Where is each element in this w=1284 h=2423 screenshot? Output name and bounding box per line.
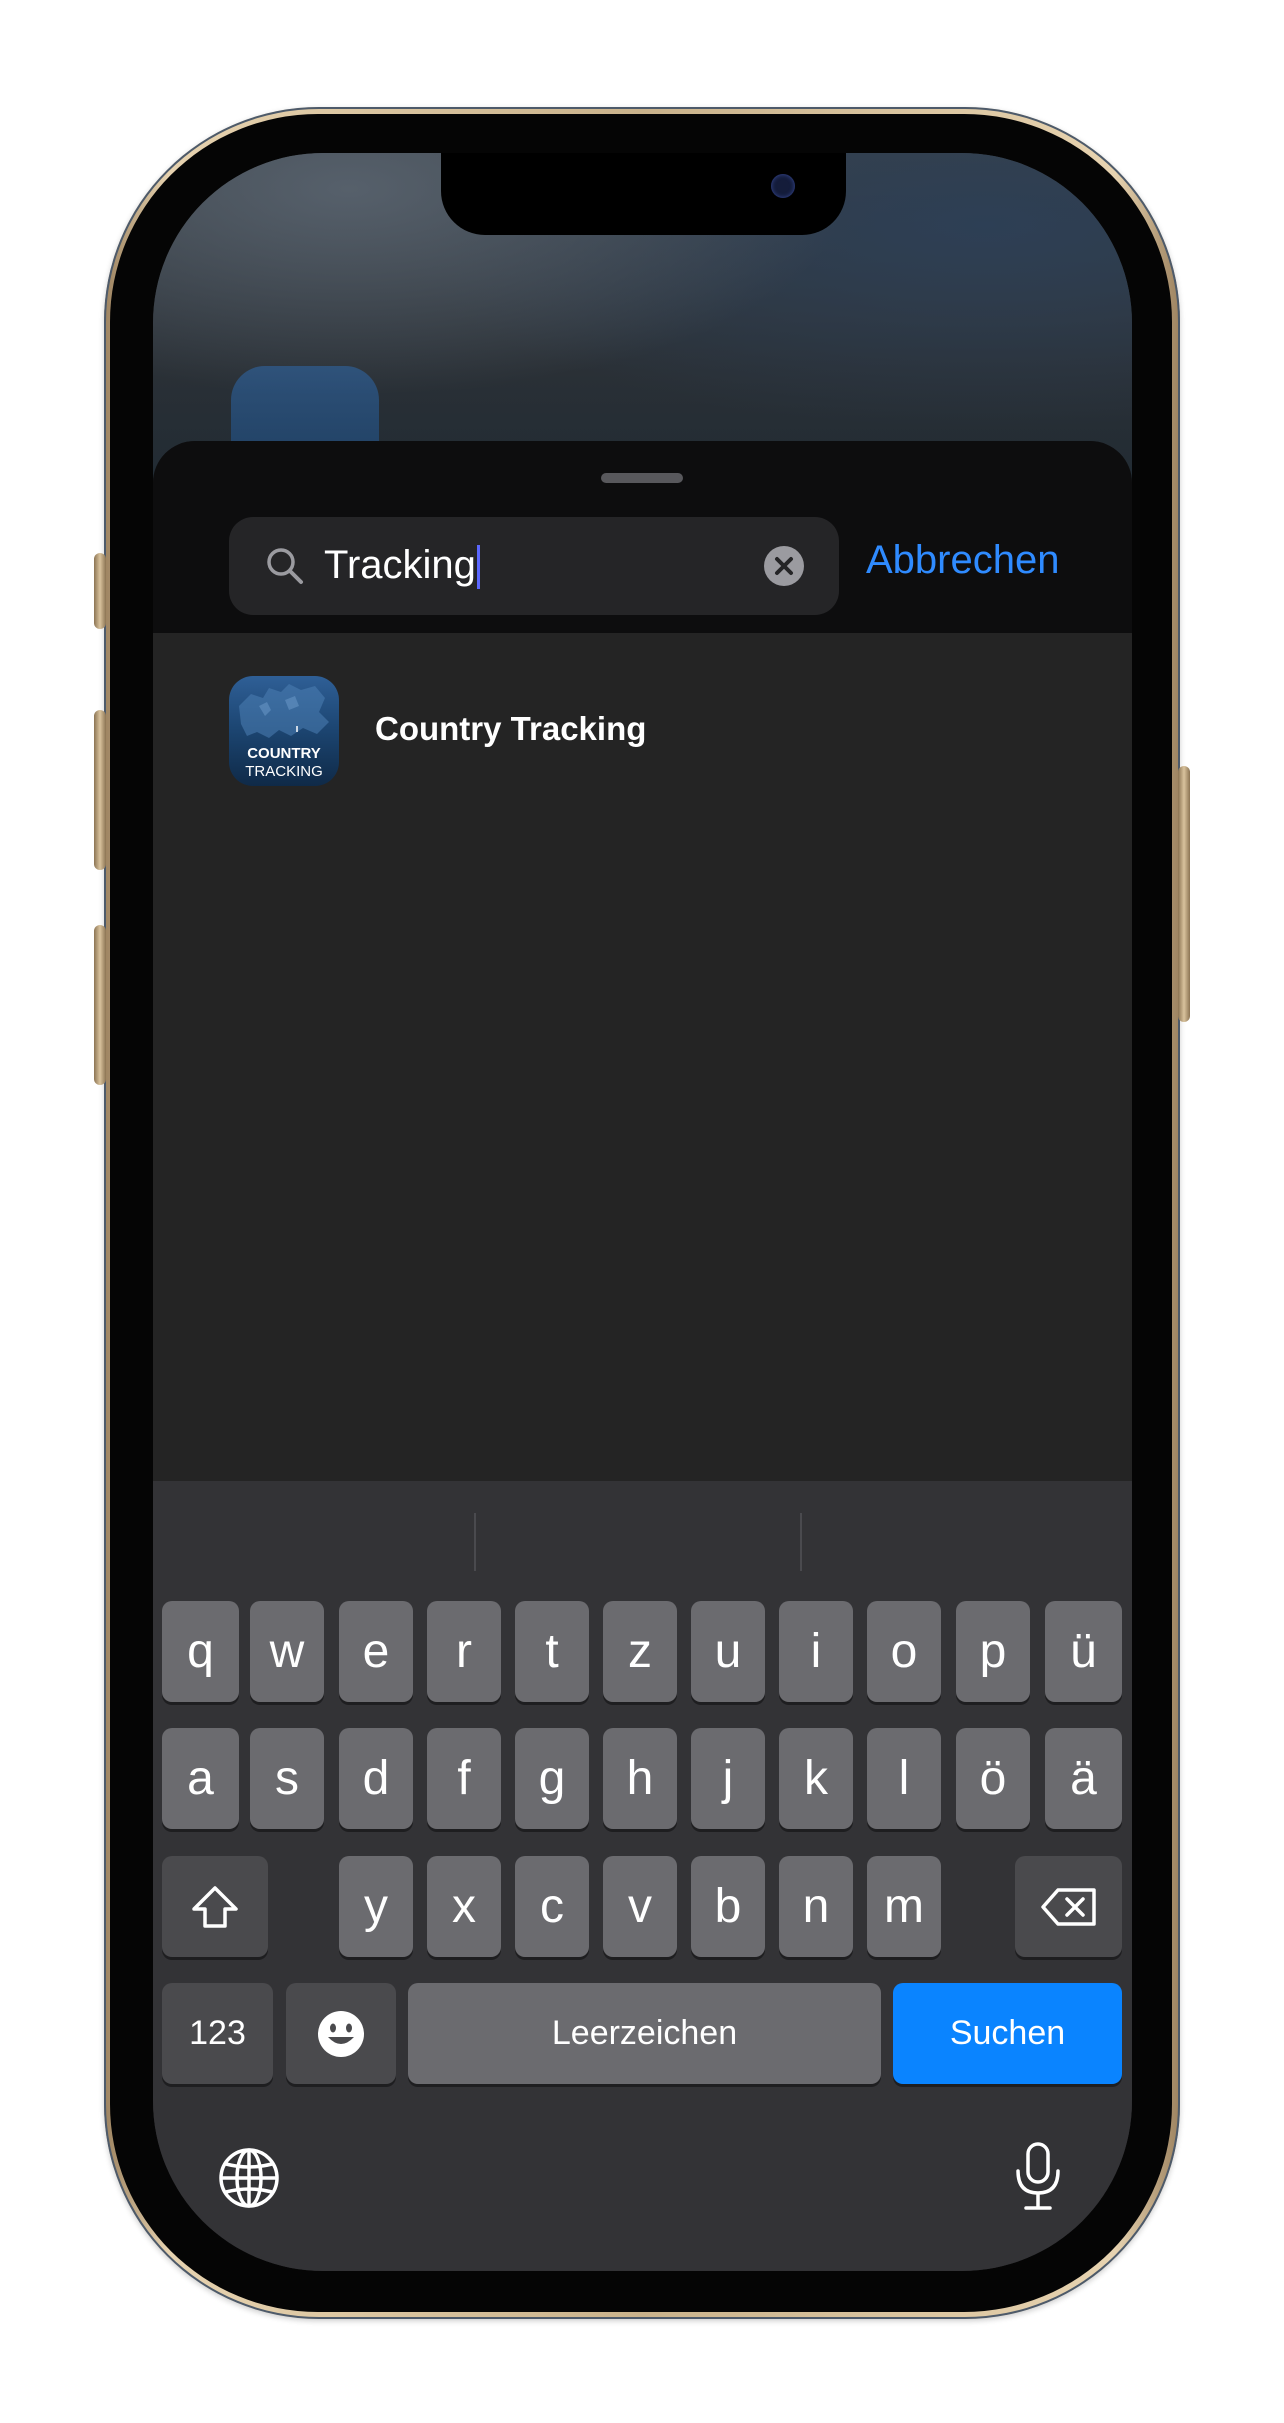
key-m[interactable]: m	[867, 1856, 941, 1957]
camera-icon	[771, 174, 795, 198]
search-icon	[267, 548, 303, 584]
numbers-key[interactable]: 123	[162, 1983, 273, 2084]
key-k[interactable]: k	[779, 1728, 853, 1829]
key-g[interactable]: g	[515, 1728, 589, 1829]
icon-label-line-1: COUNTRY	[247, 745, 321, 762]
key-p[interactable]: p	[956, 1601, 1030, 1702]
clear-button[interactable]	[764, 546, 804, 586]
search-input[interactable]: Tracking	[324, 539, 480, 591]
volume-up-button	[94, 710, 106, 870]
key-b[interactable]: b	[691, 1856, 765, 1957]
key-v[interactable]: v	[603, 1856, 677, 1957]
key-u[interactable]: u	[691, 1601, 765, 1702]
key-i[interactable]: i	[779, 1601, 853, 1702]
widget-search-sheet: Tracking Abbrechen COUNTRY TRACKING Coun…	[153, 441, 1132, 2271]
search-field[interactable]: Tracking	[229, 517, 839, 615]
key-e[interactable]: e	[339, 1601, 413, 1702]
delete-key[interactable]	[1015, 1856, 1122, 1957]
key-n[interactable]: n	[779, 1856, 853, 1957]
key-ae[interactable]: ä	[1045, 1728, 1122, 1829]
delete-icon	[1040, 1887, 1096, 1926]
shift-icon	[192, 1885, 238, 1928]
country-tracking-app-icon: COUNTRY TRACKING	[229, 676, 339, 786]
prediction-divider	[474, 1513, 476, 1571]
key-oe[interactable]: ö	[956, 1728, 1030, 1829]
globe-icon[interactable]	[217, 2146, 281, 2210]
key-o[interactable]: o	[867, 1601, 941, 1702]
search-query: Tracking	[324, 543, 476, 587]
emoji-key[interactable]	[286, 1983, 396, 2084]
cancel-button[interactable]: Abbrechen	[866, 538, 1059, 583]
volume-down-button	[94, 925, 106, 1085]
key-t[interactable]: t	[515, 1601, 589, 1702]
key-q[interactable]: q	[162, 1601, 239, 1702]
key-a[interactable]: a	[162, 1728, 239, 1829]
keyboard: q w e r t z u i o p ü a s d f g h j k l …	[153, 1481, 1132, 2271]
search-results: COUNTRY TRACKING Country Tracking	[153, 633, 1132, 1481]
key-y[interactable]: y	[339, 1856, 413, 1957]
clear-icon	[775, 557, 793, 575]
key-ue[interactable]: ü	[1045, 1601, 1122, 1702]
key-s[interactable]: s	[250, 1728, 324, 1829]
key-d[interactable]: d	[339, 1728, 413, 1829]
phone-screen: Tracking Abbrechen COUNTRY TRACKING Coun…	[153, 153, 1132, 2271]
microphone-icon[interactable]	[1013, 2141, 1063, 2213]
key-f[interactable]: f	[427, 1728, 501, 1829]
key-h[interactable]: h	[603, 1728, 677, 1829]
prediction-divider	[800, 1513, 802, 1571]
list-item[interactable]: COUNTRY TRACKING Country Tracking	[229, 676, 1049, 786]
notch	[441, 153, 846, 235]
power-button	[1178, 766, 1190, 1022]
search-return-key[interactable]: Suchen	[893, 1983, 1122, 2084]
key-w[interactable]: w	[250, 1601, 324, 1702]
result-app-name: Country Tracking	[375, 710, 647, 747]
emoji-icon	[318, 2010, 364, 2057]
sheet-header: Tracking Abbrechen	[153, 441, 1132, 633]
mute-switch	[94, 553, 106, 629]
key-r[interactable]: r	[427, 1601, 501, 1702]
icon-label-line-2: TRACKING	[245, 763, 323, 780]
key-j[interactable]: j	[691, 1728, 765, 1829]
key-z[interactable]: z	[603, 1601, 677, 1702]
text-cursor	[476, 545, 480, 590]
key-l[interactable]: l	[867, 1728, 941, 1829]
space-key[interactable]: Leerzeichen	[408, 1983, 881, 2084]
sheet-grabber[interactable]	[601, 473, 683, 483]
key-x[interactable]: x	[427, 1856, 501, 1957]
shift-key[interactable]	[162, 1856, 268, 1957]
key-c[interactable]: c	[515, 1856, 589, 1957]
